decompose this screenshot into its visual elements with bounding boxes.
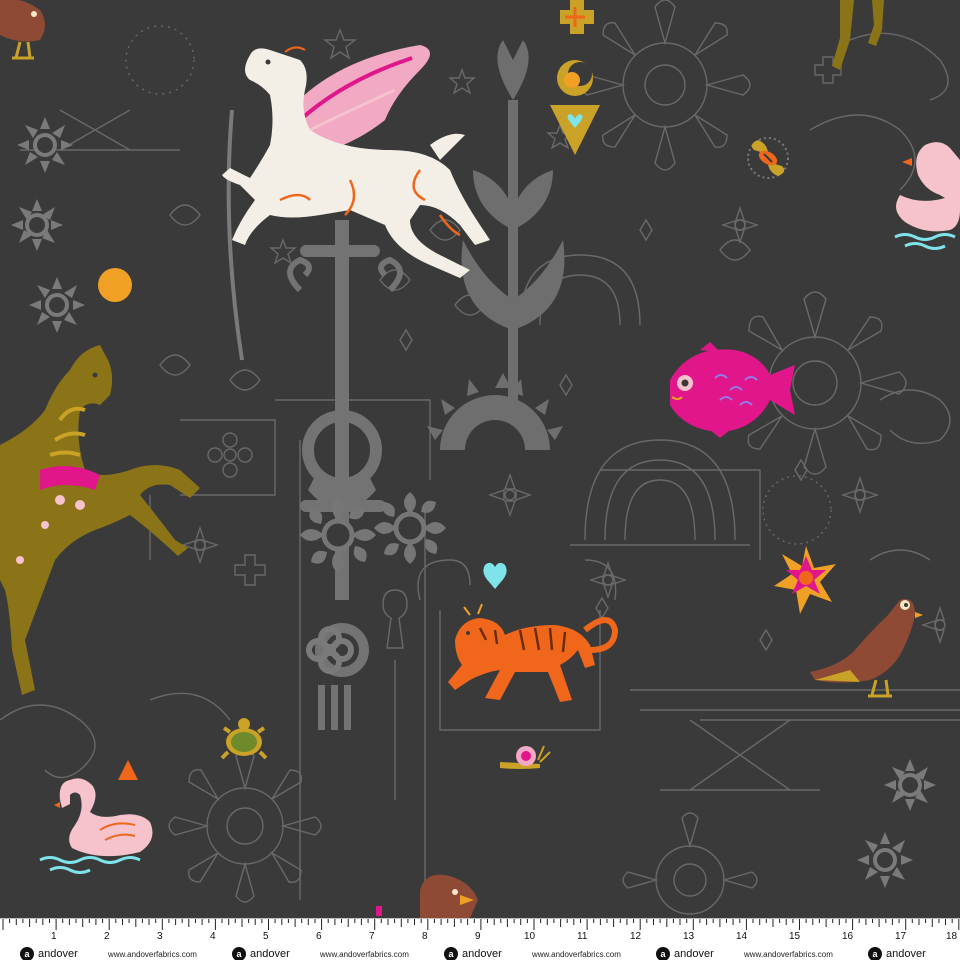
brand-logo-group: a andover bbox=[444, 947, 502, 960]
brand-logo-group: a andover bbox=[20, 947, 78, 960]
brand-name: andover bbox=[674, 948, 714, 960]
ruler-number: 14 bbox=[736, 931, 748, 942]
x-brace-bottom bbox=[660, 719, 820, 791]
grey-curl-2 bbox=[378, 256, 403, 293]
brand-url: www.andoverfabrics.com bbox=[320, 950, 409, 959]
ruler-number: 3 bbox=[157, 931, 163, 942]
arch-outline bbox=[570, 439, 750, 546]
ruler-number: 13 bbox=[683, 931, 695, 942]
beaded-ring bbox=[762, 475, 832, 545]
ruler-number: 6 bbox=[316, 931, 322, 942]
bee bbox=[747, 137, 789, 179]
daisy-outline-top bbox=[579, 0, 751, 171]
brand-url: www.andoverfabrics.com bbox=[108, 950, 197, 959]
grey-daisy-right bbox=[884, 759, 936, 811]
brand-mark: a bbox=[20, 947, 34, 960]
triangle bbox=[118, 760, 138, 780]
swan-bottom-left bbox=[39, 778, 153, 874]
ruler-number: 16 bbox=[842, 931, 854, 942]
brand-mark: a bbox=[232, 947, 246, 960]
pigeon bbox=[810, 599, 923, 698]
turtle bbox=[220, 718, 268, 760]
brand-mark: a bbox=[868, 947, 882, 960]
grey-curl bbox=[287, 256, 312, 293]
horse-legs-top-right bbox=[832, 0, 884, 70]
brand-logo-group: a andover bbox=[232, 947, 290, 960]
tiger bbox=[448, 603, 619, 702]
grey-daisy-left-1 bbox=[17, 117, 73, 173]
bird-bottom bbox=[420, 874, 478, 918]
grey-sunburst bbox=[427, 373, 563, 450]
ruler-number: 10 bbox=[524, 931, 536, 942]
pink-mark bbox=[376, 906, 382, 916]
sun-dot bbox=[98, 268, 132, 302]
swan-top-right bbox=[894, 142, 960, 250]
grey-flower-center bbox=[300, 497, 376, 573]
fabric-print: 1 2 3 4 5 6 7 8 9 10 11 12 13 14 15 16 1… bbox=[0, 0, 960, 960]
beaded-ring-2 bbox=[125, 25, 195, 95]
ruler-number: 18 bbox=[946, 931, 958, 942]
ruler-number: 15 bbox=[789, 931, 801, 942]
pegasus bbox=[222, 45, 490, 279]
brand-logo-group: a andover bbox=[868, 947, 926, 960]
star-burst bbox=[774, 546, 836, 614]
brand-name: andover bbox=[886, 948, 926, 960]
daisy-outline-right-bottom bbox=[622, 812, 758, 915]
grey-flower-center-2 bbox=[374, 492, 446, 564]
bird-top-left bbox=[0, 0, 45, 60]
brand-logo-group: a andover bbox=[656, 947, 714, 960]
selvage-ruler: 1 2 3 4 5 6 7 8 9 10 11 12 13 14 15 16 1… bbox=[0, 918, 960, 960]
ruler-number: 2 bbox=[104, 931, 110, 942]
brand-mark: a bbox=[656, 947, 670, 960]
scroll-left bbox=[0, 692, 231, 779]
pattern-artwork bbox=[0, 0, 960, 918]
grey-daisy-left-2 bbox=[11, 199, 63, 251]
snail bbox=[500, 745, 551, 769]
outline-small-flowers bbox=[180, 205, 946, 645]
ruler-number: 17 bbox=[895, 931, 907, 942]
brand-name: andover bbox=[462, 948, 502, 960]
background-line-art bbox=[0, 0, 960, 915]
ruler-number: 9 bbox=[475, 931, 481, 942]
brand-url: www.andoverfabrics.com bbox=[532, 950, 621, 959]
keyhole-outline bbox=[382, 589, 408, 800]
ruler-number: 12 bbox=[630, 931, 642, 942]
grey-tulip bbox=[461, 40, 565, 400]
ruler-number: 1 bbox=[51, 931, 57, 942]
heart bbox=[483, 562, 507, 589]
grey-daisy-right-2 bbox=[857, 832, 913, 888]
solid-grey-motifs bbox=[11, 40, 936, 888]
ruler-number: 7 bbox=[369, 931, 375, 942]
ruler-number: 5 bbox=[263, 931, 269, 942]
ruler-number: 4 bbox=[210, 931, 216, 942]
ruler-number: 11 bbox=[577, 931, 588, 942]
brand-mark: a bbox=[444, 947, 458, 960]
rearing-horse bbox=[0, 345, 200, 695]
ruler-number: 8 bbox=[422, 931, 428, 942]
brand-url: www.andoverfabrics.com bbox=[744, 950, 833, 959]
grey-daisy-left-3 bbox=[29, 277, 85, 333]
ornament-right bbox=[869, 389, 951, 561]
brand-name: andover bbox=[38, 948, 78, 960]
brand-name: andover bbox=[250, 948, 290, 960]
daisy-outline-bottom bbox=[168, 749, 322, 903]
